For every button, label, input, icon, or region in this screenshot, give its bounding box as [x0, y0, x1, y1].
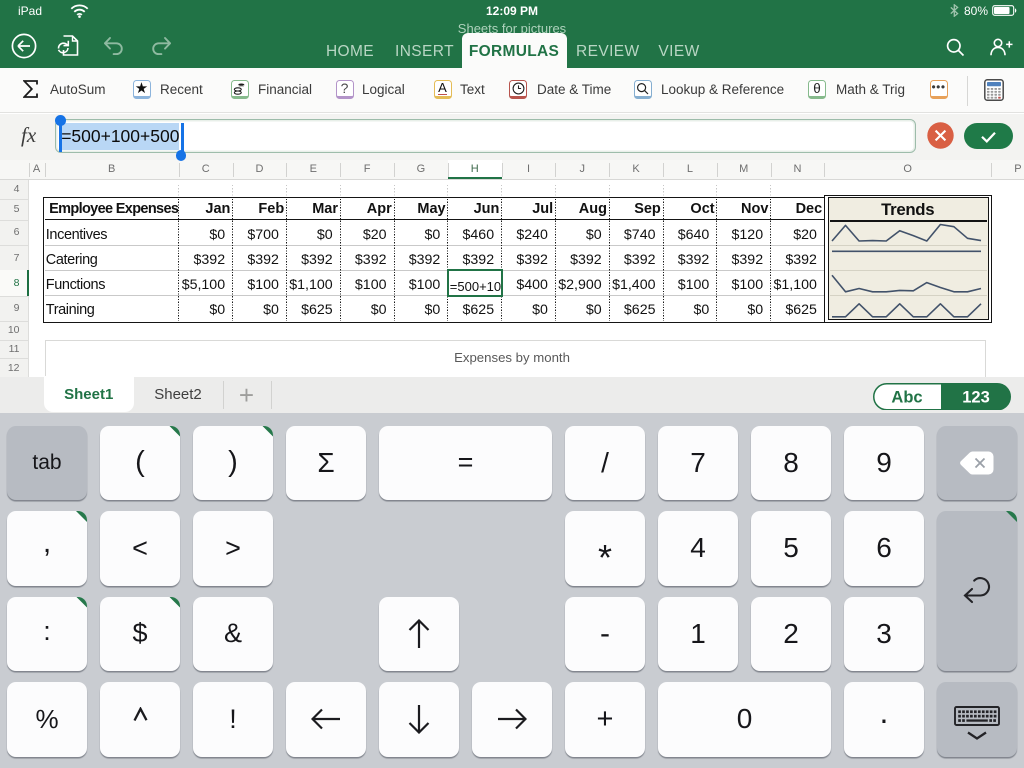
svg-text:Abc: Abc — [891, 388, 922, 406]
svg-text:123: 123 — [962, 388, 990, 406]
